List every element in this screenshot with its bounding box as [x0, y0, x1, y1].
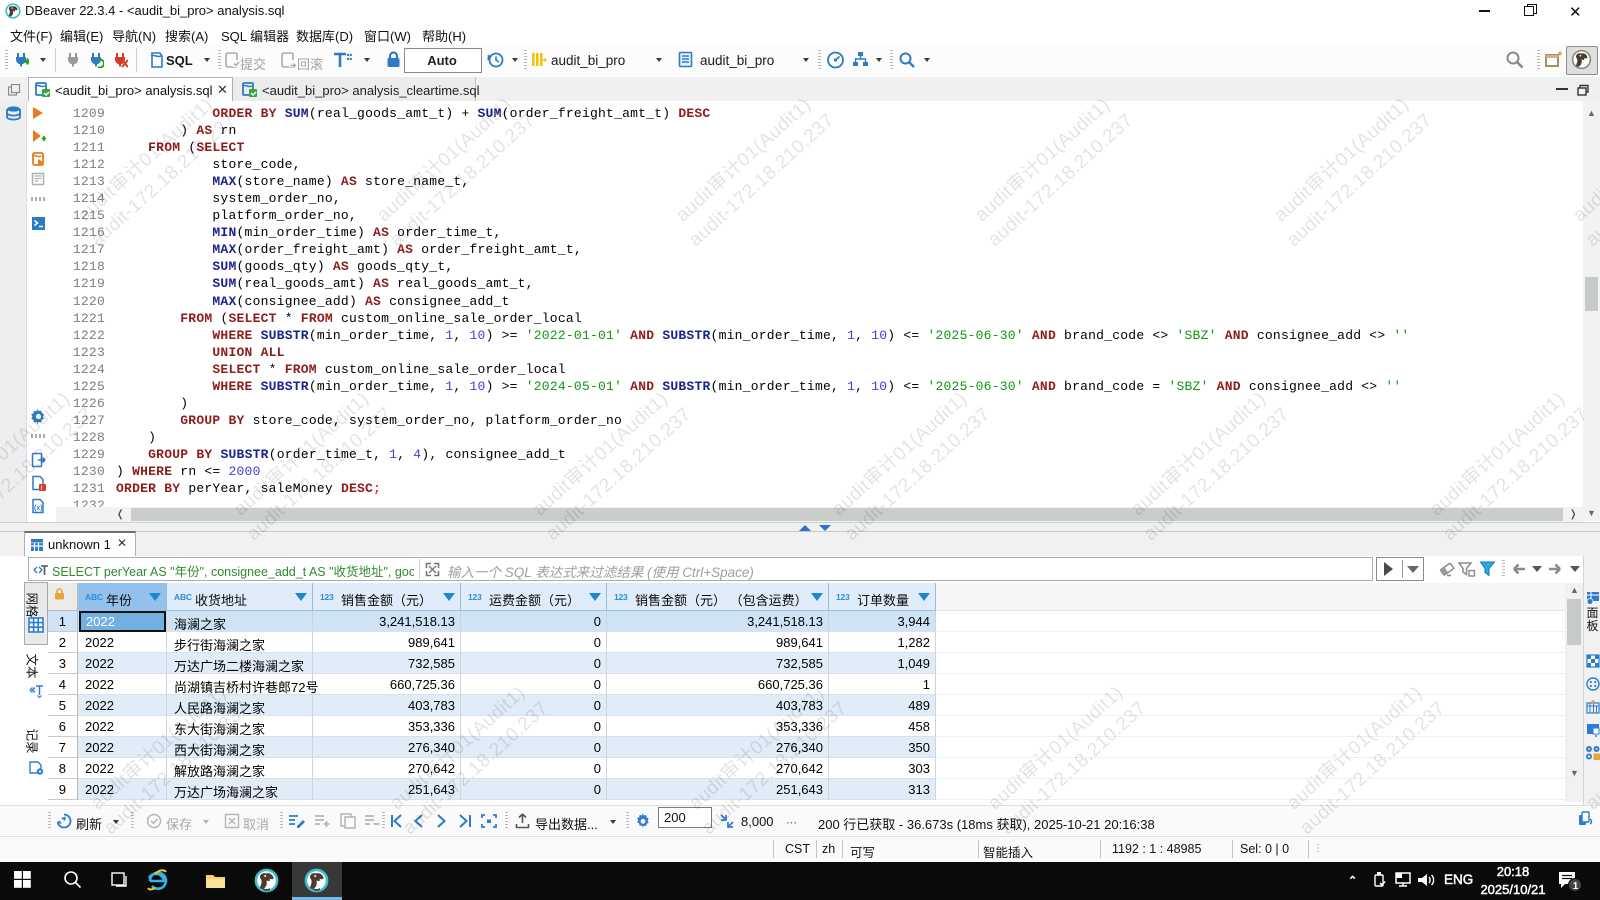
svg-text:1: 1: [1573, 881, 1579, 892]
svg-text:!: !: [41, 485, 43, 491]
svg-text:(x): (x): [34, 505, 43, 512]
